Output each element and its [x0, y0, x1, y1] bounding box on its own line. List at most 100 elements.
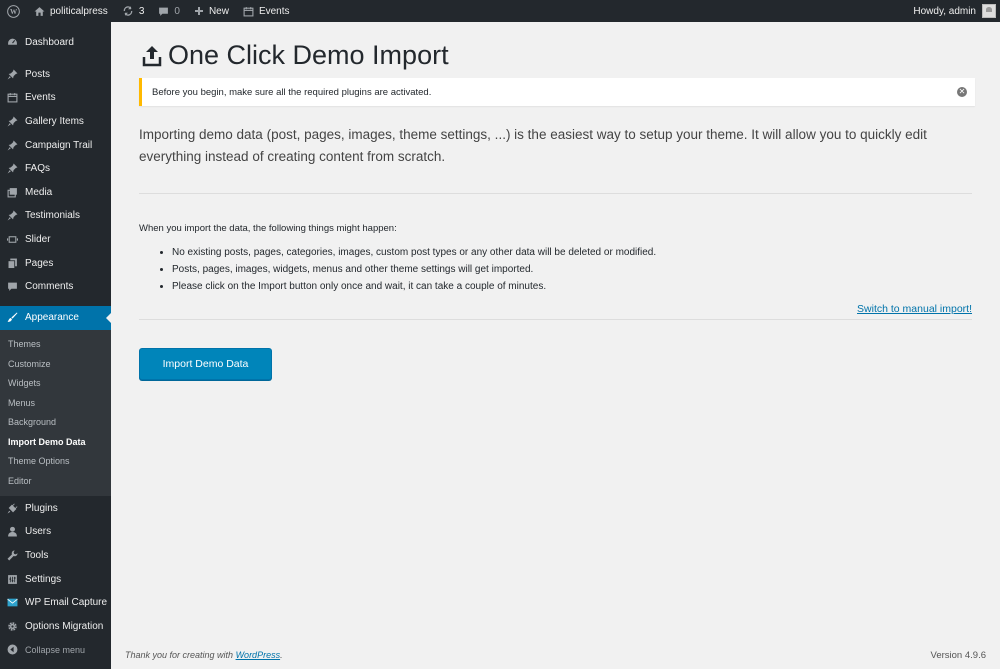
sidebar-item-label: Appearance	[25, 312, 79, 324]
comments-link[interactable]: 0	[151, 0, 187, 22]
avatar	[982, 4, 996, 18]
sidebar-item-comments[interactable]: Comments	[0, 275, 111, 299]
sidebar-item-label: Options Migration	[25, 620, 104, 632]
sidebar-item-label: FAQs	[25, 163, 51, 175]
dismiss-icon[interactable]: ✕	[957, 87, 967, 97]
notice-text: Before you begin, make sure all the requ…	[152, 86, 432, 98]
sidebar-item-users[interactable]: Users	[0, 520, 111, 544]
sidebar-item-campaign-trail[interactable]: Campaign Trail	[0, 133, 111, 157]
footer-thanks: Thank you for creating with WordPress.	[125, 650, 283, 660]
brush-icon	[7, 312, 18, 323]
admin-sidebar: Dashboard Posts Events Gallery Items Cam…	[0, 22, 111, 669]
dashboard-icon	[7, 37, 18, 48]
submenu-item-themes[interactable]: Themes	[0, 335, 111, 355]
collapse-menu-button[interactable]: Collapse menu	[0, 638, 111, 662]
new-content-link[interactable]: New	[187, 0, 236, 22]
submenu-item-customize[interactable]: Customize	[0, 354, 111, 374]
events-label: Events	[258, 5, 290, 17]
sidebar-item-media[interactable]: Media	[0, 181, 111, 205]
sidebar-item-label: Pages	[25, 257, 54, 269]
sidebar-item-slider[interactable]: Slider	[0, 228, 111, 252]
site-name: politicalpress	[50, 5, 108, 17]
switch-manual-import-link[interactable]: Switch to manual import!	[857, 303, 972, 315]
admin-bar: W politicalpress 3 0 New Events Howdy, a…	[0, 0, 1000, 22]
sidebar-item-label: Gallery Items	[25, 116, 84, 128]
sidebar-item-options-migration[interactable]: Options Migration	[0, 615, 111, 639]
submenu-item-theme-options[interactable]: Theme Options	[0, 452, 111, 472]
home-icon	[34, 6, 45, 16]
gear-icon	[7, 621, 18, 632]
sidebar-item-pages[interactable]: Pages	[0, 251, 111, 275]
pages-icon	[7, 258, 18, 269]
footer-period: .	[280, 650, 283, 660]
main-content: One Click Demo Import Before you begin, …	[111, 22, 1000, 669]
comments-count: 0	[174, 5, 180, 17]
comment-icon	[159, 7, 169, 16]
list-item: Please click on the Import button only o…	[172, 278, 656, 295]
sidebar-item-settings[interactable]: Settings	[0, 567, 111, 591]
sidebar-item-label: Events	[25, 92, 56, 104]
sidebar-item-label: Users	[25, 526, 52, 538]
updates-count: 3	[138, 5, 145, 17]
svg-text:W: W	[10, 8, 18, 16]
sidebar-item-events[interactable]: Events	[0, 86, 111, 110]
sidebar-item-label: Slider	[25, 234, 51, 246]
sidebar-item-label: Posts	[25, 68, 51, 80]
submenu-item-editor[interactable]: Editor	[0, 471, 111, 491]
divider	[139, 319, 972, 320]
import-demo-data-button[interactable]: Import Demo Data	[139, 348, 272, 380]
page-header: One Click Demo Import	[142, 40, 449, 71]
sidebar-item-gallery-items[interactable]: Gallery Items	[0, 110, 111, 134]
sidebar-item-label: Plugins	[25, 502, 58, 514]
user-icon	[7, 526, 18, 537]
plugins-notice: Before you begin, make sure all the requ…	[139, 78, 975, 106]
sidebar-item-testimonials[interactable]: Testimonials	[0, 204, 111, 228]
calendar-icon	[7, 92, 18, 103]
greeting: Howdy, admin	[913, 5, 976, 17]
wordpress-logo-icon: W	[7, 4, 20, 18]
updates-link[interactable]: 3	[115, 0, 152, 22]
page-title: One Click Demo Import	[168, 40, 449, 70]
site-name-link[interactable]: politicalpress	[27, 0, 115, 22]
my-account-link[interactable]: Howdy, admin	[906, 0, 1000, 22]
upload-icon	[142, 45, 162, 66]
sidebar-item-label: Campaign Trail	[25, 139, 93, 151]
comment-icon	[7, 281, 18, 292]
sidebar-item-posts[interactable]: Posts	[0, 63, 111, 87]
events-link[interactable]: Events	[236, 0, 297, 22]
submenu-item-import-demo-data[interactable]: Import Demo Data	[0, 432, 111, 452]
submenu-item-widgets[interactable]: Widgets	[0, 374, 111, 394]
pin-icon	[7, 69, 18, 80]
sidebar-item-wp-email-capture[interactable]: WP Email Capture	[0, 591, 111, 615]
sidebar-item-label: WP Email Capture	[25, 597, 108, 609]
email-capture-icon	[7, 597, 18, 608]
happen-list: No existing posts, pages, categories, im…	[159, 244, 656, 295]
submenu-item-menus[interactable]: Menus	[0, 393, 111, 413]
sidebar-item-label: Dashboard	[25, 37, 74, 49]
pin-icon	[7, 116, 18, 127]
sidebar-item-appearance[interactable]: Appearance	[0, 305, 111, 330]
sidebar-item-dashboard[interactable]: Dashboard	[0, 31, 111, 55]
sidebar-item-label: Settings	[25, 573, 62, 585]
sidebar-item-tools[interactable]: Tools	[0, 544, 111, 568]
wordpress-logo-button[interactable]: W	[0, 0, 27, 22]
media-icon	[7, 187, 18, 198]
happen-heading: When you import the data, the following …	[139, 223, 397, 234]
collapse-label: Collapse menu	[25, 644, 86, 655]
appearance-submenu: Themes Customize Widgets Menus Backgroun…	[0, 329, 111, 496]
wrench-icon	[7, 550, 18, 561]
pin-icon	[7, 210, 18, 221]
refresh-icon	[123, 6, 133, 16]
intro-text: Importing demo data (post, pages, images…	[139, 127, 927, 164]
footer-thanks-text: Thank you for creating with	[125, 650, 236, 660]
pin-icon	[7, 140, 18, 151]
plus-icon	[194, 7, 203, 15]
sidebar-item-label: Testimonials	[25, 210, 81, 222]
sidebar-item-label: Tools	[25, 550, 49, 562]
sidebar-item-faqs[interactable]: FAQs	[0, 157, 111, 181]
submenu-item-background[interactable]: Background	[0, 413, 111, 433]
sidebar-item-plugins[interactable]: Plugins	[0, 497, 111, 521]
pin-icon	[7, 163, 18, 174]
wordpress-link[interactable]: WordPress	[236, 650, 281, 660]
list-item: Posts, pages, images, widgets, menus and…	[172, 261, 656, 278]
